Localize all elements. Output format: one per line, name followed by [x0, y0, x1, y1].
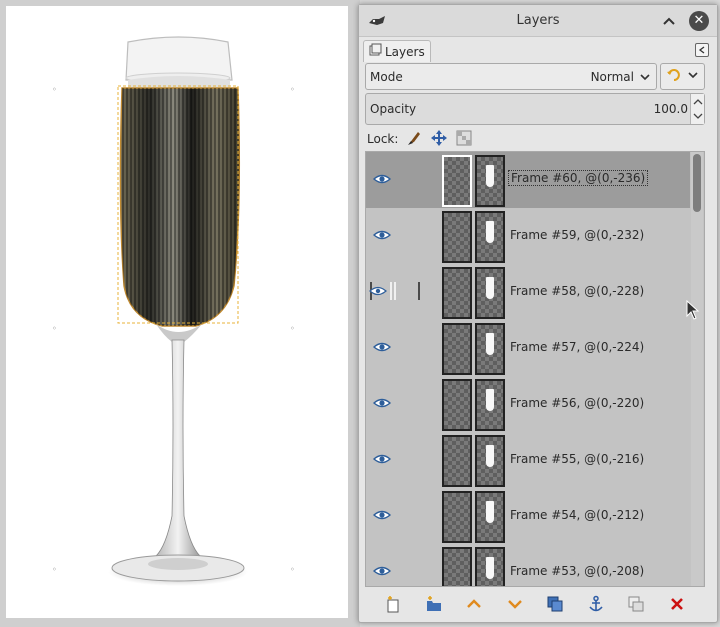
- layer-name[interactable]: Frame #54, @(0,-212): [510, 508, 644, 522]
- visibility-eye-icon[interactable]: [372, 228, 392, 242]
- layer-thumbnail[interactable]: [475, 547, 505, 586]
- collapse-up-icon[interactable]: [659, 11, 679, 31]
- layer-name[interactable]: Frame #57, @(0,-224): [510, 340, 644, 354]
- visibility-eye-icon[interactable]: [372, 508, 392, 522]
- layer-row[interactable]: Frame #57, @(0,-224): [366, 320, 690, 376]
- layers-dialog: Layers ✕ Layers Mode Normal Opacity 100.…: [358, 4, 718, 623]
- scrollbar-thumb[interactable]: [693, 154, 701, 212]
- lock-label: Lock:: [367, 132, 399, 146]
- layer-mask-thumbnail[interactable]: [442, 435, 472, 487]
- svg-text:◦: ◦: [290, 324, 295, 333]
- mode-switch-button[interactable]: [660, 63, 705, 90]
- layer-name[interactable]: Frame #59, @(0,-232): [510, 228, 644, 242]
- layer-mask-thumbnail[interactable]: [442, 267, 472, 319]
- lock-alpha-icon[interactable]: [456, 130, 472, 149]
- close-icon[interactable]: ✕: [689, 11, 709, 31]
- layer-thumbnail[interactable]: [475, 379, 505, 431]
- opacity-label: Opacity: [370, 102, 417, 116]
- layer-mask-thumbnail[interactable]: [442, 211, 472, 263]
- layer-thumbnail[interactable]: [475, 155, 505, 207]
- opacity-spinner[interactable]: [690, 94, 704, 124]
- opacity-value[interactable]: 100.0: [654, 102, 688, 116]
- layer-row[interactable]: Frame #54, @(0,-212): [366, 488, 690, 544]
- layer-name[interactable]: Frame #53, @(0,-208): [510, 564, 644, 578]
- visibility-eye-icon[interactable]: [372, 340, 392, 354]
- layer-mask-thumbnail[interactable]: [442, 547, 472, 586]
- layer-row[interactable]: Frame #55, @(0,-216): [366, 432, 690, 488]
- layer-row[interactable]: Frame #58, @(0,-228): [366, 264, 690, 320]
- layer-mask-thumbnail[interactable]: [442, 379, 472, 431]
- layer-row[interactable]: Frame #59, @(0,-232): [366, 208, 690, 264]
- new-layer-group-icon[interactable]: [421, 591, 447, 617]
- tab-layers-label: Layers: [385, 44, 425, 59]
- layer-list-scrollbar[interactable]: [691, 152, 703, 586]
- dialog-titlebar[interactable]: Layers ✕: [359, 5, 717, 37]
- mode-switch-icon: [665, 66, 683, 87]
- layer-mask-thumbnail[interactable]: [442, 491, 472, 543]
- layer-row[interactable]: Frame #60, @(0,-236): [366, 152, 690, 208]
- lock-pixels-brush-icon[interactable]: [406, 130, 422, 149]
- mode-value: Normal: [590, 69, 634, 84]
- mode-label: Mode: [370, 69, 403, 84]
- tab-layers[interactable]: Layers: [363, 40, 431, 62]
- layer-name[interactable]: Frame #58, @(0,-228): [510, 284, 644, 298]
- layer-row[interactable]: Frame #56, @(0,-220): [366, 376, 690, 432]
- layer-thumbnail[interactable]: [475, 491, 505, 543]
- svg-text:◦: ◦: [52, 565, 57, 574]
- svg-text:◦: ◦: [52, 85, 57, 94]
- layer-name[interactable]: Frame #56, @(0,-220): [510, 396, 644, 410]
- raise-layer-icon[interactable]: [461, 591, 487, 617]
- mode-select[interactable]: Mode Normal: [365, 63, 657, 90]
- layer-thumbnail[interactable]: [475, 323, 505, 375]
- visibility-eye-icon[interactable]: [372, 172, 392, 186]
- layer-actions-toolbar: [365, 589, 705, 619]
- svg-text:◦: ◦: [290, 565, 295, 574]
- layer-row[interactable]: Frame #53, @(0,-208): [366, 544, 690, 586]
- lock-row: Lock:: [367, 129, 472, 149]
- image-canvas[interactable]: ◦ ◦ ◦ ◦ ◦ ◦: [6, 6, 348, 618]
- layer-thumbnail[interactable]: [475, 211, 505, 263]
- chain-link-icon[interactable]: [369, 280, 429, 302]
- image-canvas-area[interactable]: ◦ ◦ ◦ ◦ ◦ ◦: [0, 0, 360, 627]
- layer-mask-thumbnail[interactable]: [442, 155, 472, 207]
- dialog-tab-row: Layers: [359, 38, 717, 62]
- new-layer-icon[interactable]: [380, 591, 406, 617]
- svg-text:◦: ◦: [52, 324, 57, 333]
- mouse-pointer-icon: [686, 299, 700, 323]
- opacity-field[interactable]: Opacity 100.0: [365, 93, 705, 125]
- visibility-eye-icon[interactable]: [372, 396, 392, 410]
- lower-layer-icon[interactable]: [502, 591, 528, 617]
- chevron-down-icon: [638, 70, 652, 84]
- visibility-eye-icon[interactable]: [372, 564, 392, 578]
- layer-list[interactable]: Frame #60, @(0,-236) Frame #59, @(0,-232…: [365, 151, 705, 587]
- lock-position-move-icon[interactable]: [430, 129, 448, 150]
- mode-switch-chevron-icon: [686, 68, 700, 85]
- anchor-layer-icon[interactable]: [583, 591, 609, 617]
- layer-thumbnail[interactable]: [475, 435, 505, 487]
- visibility-eye-icon[interactable]: [372, 452, 392, 466]
- tab-layers-icon: [368, 43, 382, 60]
- layer-name[interactable]: Frame #60, @(0,-236): [508, 170, 649, 186]
- tab-menu-icon[interactable]: [695, 43, 709, 57]
- layer-name[interactable]: Frame #55, @(0,-216): [510, 452, 644, 466]
- duplicate-layer-icon[interactable]: [542, 591, 568, 617]
- svg-text:◦: ◦: [290, 85, 295, 94]
- merge-down-icon[interactable]: [623, 591, 649, 617]
- layer-thumbnail[interactable]: [475, 267, 505, 319]
- champagne-glass-image: ◦ ◦ ◦ ◦ ◦ ◦: [52, 36, 295, 586]
- layer-mask-thumbnail[interactable]: [442, 323, 472, 375]
- delete-layer-icon[interactable]: [664, 591, 690, 617]
